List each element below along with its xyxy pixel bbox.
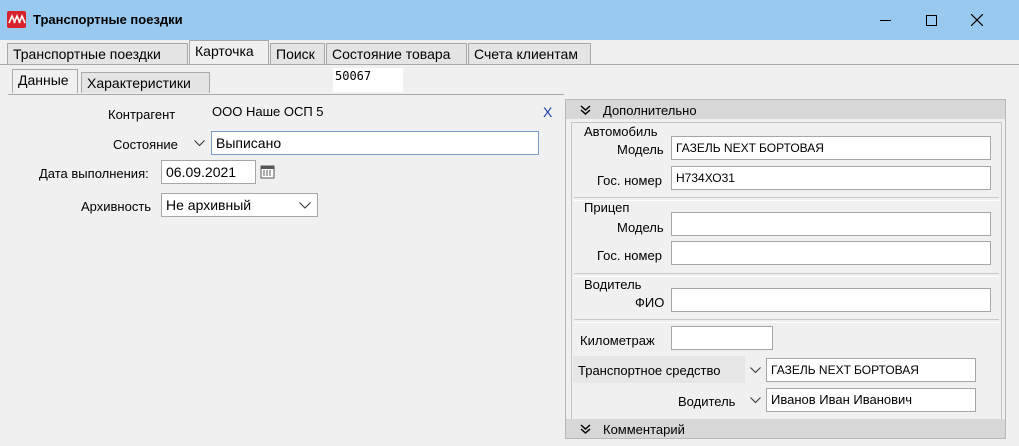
- divider: [574, 319, 999, 323]
- car-plate-field[interactable]: Н734ХО31: [671, 166, 991, 190]
- date-field[interactable]: 06.09.2021: [161, 160, 256, 184]
- car-model-label: Модель: [617, 142, 664, 157]
- tab-client-invoices[interactable]: Счета клиентам: [468, 43, 591, 64]
- clear-counterparty-button[interactable]: X: [543, 104, 552, 120]
- driver-fio-field[interactable]: [671, 288, 991, 312]
- record-id: 50067: [333, 68, 403, 92]
- comment-section-header[interactable]: Комментарий: [566, 419, 1005, 438]
- chevron-down-icon: [299, 202, 311, 209]
- collapse-icon: [580, 105, 591, 115]
- chevron-down-icon: [749, 366, 761, 373]
- state-dropdown-toggle[interactable]: [192, 131, 206, 155]
- close-icon: [971, 14, 983, 26]
- divider: [574, 197, 999, 201]
- archive-select[interactable]: Не архивный: [161, 193, 318, 217]
- trailer-plate-field[interactable]: [671, 241, 991, 265]
- comment-header-label: Комментарий: [603, 422, 685, 437]
- tab-goods-state[interactable]: Состояние товара: [326, 43, 467, 64]
- maximize-icon: [925, 14, 937, 26]
- vehicle-label: Транспортное средство: [578, 363, 721, 378]
- close-button[interactable]: [954, 0, 1000, 40]
- tab-card[interactable]: Карточка: [189, 40, 269, 64]
- subtab-characteristics[interactable]: Характеристики: [81, 72, 210, 93]
- vehicle-field[interactable]: ГАЗЕЛЬ NEXT БОРТОВАЯ: [766, 358, 976, 382]
- mileage-label: Километраж: [580, 333, 655, 348]
- additional-header-label: Дополнительно: [603, 103, 697, 118]
- car-plate-label: Гос. номер: [597, 173, 662, 188]
- vehicle-dropdown-toggle[interactable]: [748, 358, 762, 382]
- expand-icon: [580, 424, 591, 434]
- counterparty-label: Контрагент: [108, 107, 176, 122]
- chevron-down-icon: [749, 396, 761, 403]
- window-title: Транспортные поездки: [33, 12, 183, 27]
- maximize-button[interactable]: [908, 0, 954, 40]
- minimize-icon: [879, 19, 891, 21]
- minimize-button[interactable]: [862, 0, 908, 40]
- car-model-field[interactable]: ГАЗЕЛЬ NEXT БОРТОВАЯ: [671, 136, 991, 160]
- vehicle-driver-label: Водитель: [678, 394, 736, 409]
- archive-label: Архивность: [81, 199, 152, 214]
- counterparty-value[interactable]: ООО Наше ОСП 5: [212, 104, 324, 119]
- vehicle-driver-dropdown-toggle[interactable]: [748, 388, 762, 412]
- calendar-icon[interactable]: [260, 164, 275, 179]
- subtab-strip-line: [8, 94, 564, 95]
- archive-value: Не архивный: [166, 197, 252, 213]
- subtab-data[interactable]: Данные: [12, 69, 78, 93]
- state-field[interactable]: Выписано: [211, 131, 539, 155]
- trailer-model-label: Модель: [617, 220, 664, 235]
- state-label: Состояние: [113, 137, 178, 152]
- tab-search[interactable]: Поиск: [270, 43, 325, 64]
- driver-group-label: Водитель: [584, 277, 642, 292]
- additional-section-header[interactable]: Дополнительно: [566, 100, 1005, 119]
- trailer-plate-label: Гос. номер: [597, 248, 662, 263]
- vehicle-driver-field[interactable]: Иванов Иван Иванович: [766, 388, 976, 412]
- driver-fio-label: ФИО: [635, 295, 665, 310]
- mileage-field[interactable]: [671, 326, 773, 350]
- date-label: Дата выполнения:: [39, 166, 149, 181]
- chevron-down-icon: [193, 139, 205, 146]
- tab-trips[interactable]: Транспортные поездки: [7, 43, 188, 64]
- car-group-label: Автомобиль: [584, 124, 658, 139]
- trailer-model-field[interactable]: [671, 212, 991, 236]
- trailer-group-label: Прицеп: [584, 200, 630, 215]
- app-logo-icon: [7, 11, 26, 28]
